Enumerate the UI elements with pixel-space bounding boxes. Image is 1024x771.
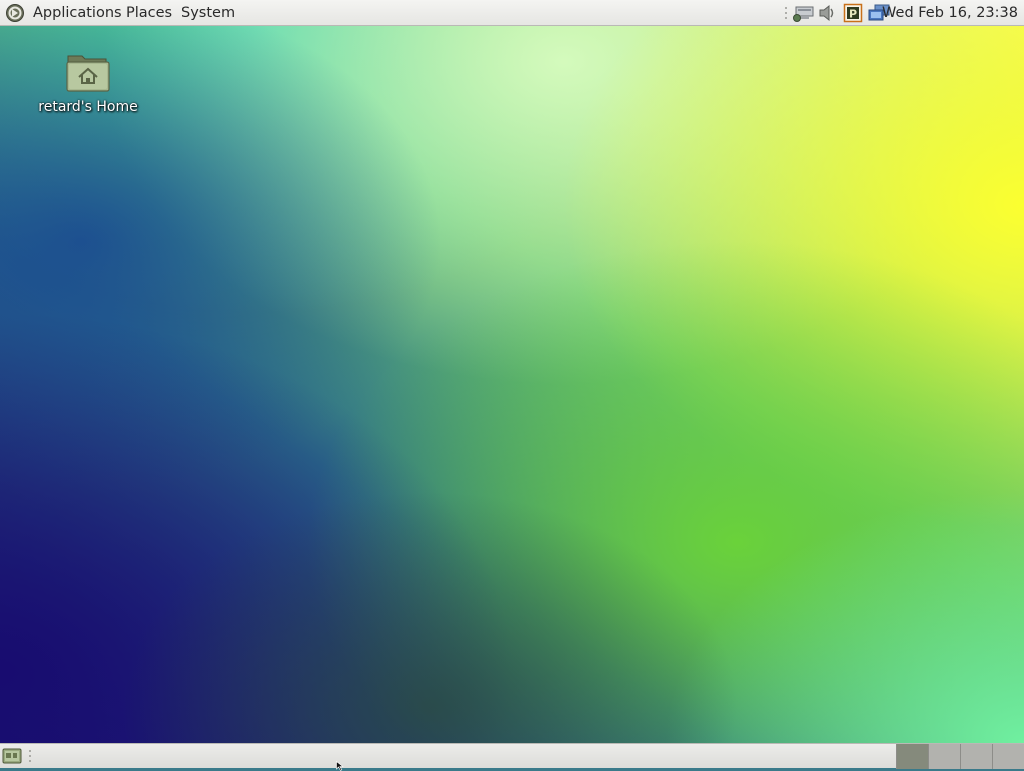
tray-handle-icon <box>785 7 787 19</box>
p-applet-icon[interactable]: P <box>843 3 863 23</box>
places-menu[interactable]: Places <box>126 0 172 26</box>
home-folder-icon <box>66 55 110 92</box>
volume-icon[interactable] <box>817 3 837 23</box>
wallpaper-gradient <box>0 26 1024 743</box>
desktop-icon-home[interactable]: retard's Home <box>30 50 146 115</box>
system-menu[interactable]: System <box>181 0 235 26</box>
network-icon[interactable] <box>791 3 815 23</box>
mouse-cursor-icon <box>336 761 344 771</box>
desktop-background <box>0 26 1024 743</box>
distro-logo-icon[interactable] <box>5 3 25 23</box>
svg-text:P: P <box>849 8 857 21</box>
desktop-icon-label: retard's Home <box>38 99 138 115</box>
workspace-2[interactable] <box>928 744 960 769</box>
show-desktop-icon[interactable] <box>2 747 22 765</box>
applications-menu[interactable]: Applications <box>33 0 122 26</box>
clock[interactable]: Wed Feb 16, 23:38 <box>882 0 1018 26</box>
top-panel: Applications Places System P Wed Feb 16,… <box>0 0 1024 26</box>
bottom-panel <box>0 743 1024 769</box>
workspace-4[interactable] <box>992 744 1024 769</box>
workspace-3[interactable] <box>960 744 992 769</box>
workspace-1[interactable] <box>896 744 928 769</box>
panel-handle-icon[interactable] <box>28 749 32 763</box>
